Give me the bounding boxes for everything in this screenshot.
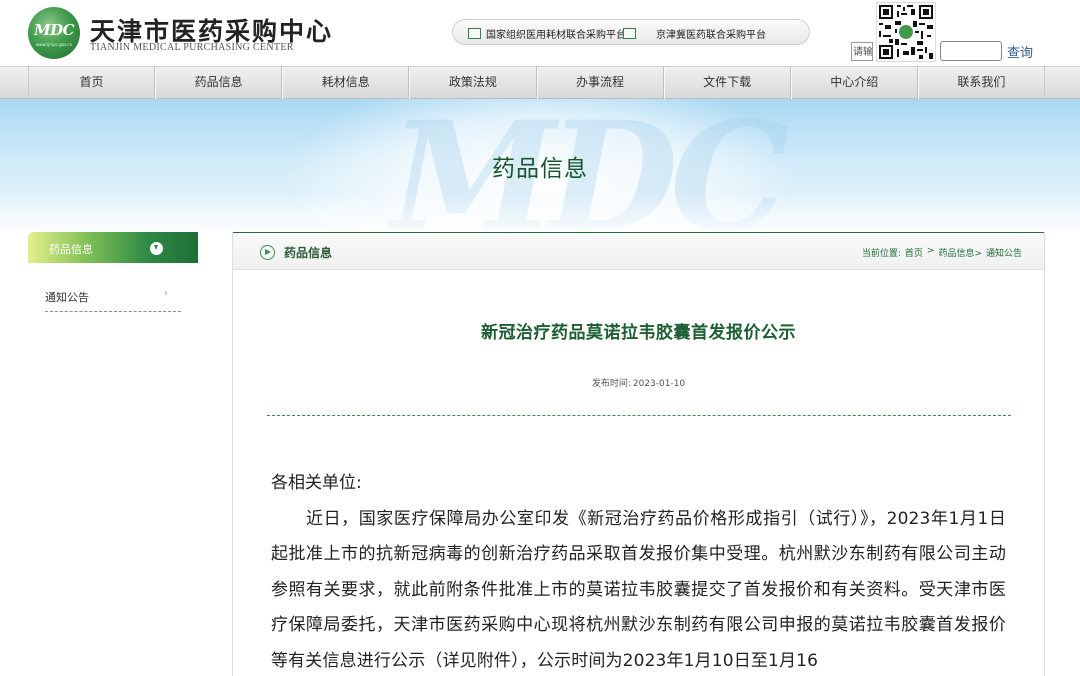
checkbox-icon [468,28,481,39]
nav-item-about[interactable]: 中心介绍 [790,67,918,100]
article-title: 新冠治疗药品莫诺拉韦胶囊首发报价公示 [481,323,796,343]
logo-english-name: TIANJIN MEDICAL PURCHASING CENTER [90,42,294,53]
article-divider [267,415,1011,416]
search-button[interactable]: 查询 [1007,42,1033,61]
nav-item-policies[interactable]: 政策法规 [409,67,537,100]
sidebar-item-notices[interactable]: 通知公告 › [45,285,181,312]
article-date-value: 2023-01-10 [632,379,686,389]
logo-url: www.tjmpc.gov.cn [35,42,73,47]
chevron-right-icon: › [164,288,168,299]
breadcrumb: 当前位置: 首页 > 药品信息> 通知公告 [862,246,1022,259]
article-salutation: 各相关单位: [271,473,362,493]
nav-item-downloads[interactable]: 文件下载 [663,67,791,100]
sidebar-header[interactable]: 药品信息 [28,232,198,263]
search-keyword-field[interactable] [940,41,1002,61]
main-nav: 首页 药品信息 耗材信息 政策法规 办事流程 文件下载 中心介绍 联系我们 [0,66,1080,100]
main-nav-items: 首页 药品信息 耗材信息 政策法规 办事流程 文件下载 中心介绍 联系我们 [28,67,1045,100]
platform-link-consumables[interactable]: 国家组织医用耗材联合采购平台 [468,26,626,41]
platform-links-bar: 国家组织医用耗材联合采购平台 京津冀医药联合采购平台 [452,19,810,45]
banner-fade [0,192,1080,232]
breadcrumb-notices[interactable]: 通知公告 [986,246,1022,259]
site-header: MDC www.tjmpc.gov.cn 天津市医药采购中心 TIANJIN M… [0,0,1080,66]
article-paragraph: 近日，国家医疗保障局办公室印发《新冠治疗药品价格形成指引（试行）》，2023年1… [271,508,1006,671]
platform-link-label: 京津冀医药联合采购平台 [656,30,766,41]
nav-item-drug-info[interactable]: 药品信息 [155,67,283,100]
page-banner: MDC 药品信息 [0,99,1080,232]
breadcrumb-separator: > [926,246,935,256]
platform-link-label: 国家组织医用耗材联合采购平台 [486,30,626,41]
checkbox-icon [623,28,636,39]
logo-mark: MDC [33,21,75,39]
nav-item-home[interactable]: 首页 [28,67,156,100]
content-panel: 药品信息 当前位置: 首页 > 药品信息> 通知公告 新冠治疗药品莫诺拉韦胶囊首… [232,232,1045,676]
section-title: 药品信息 [284,246,333,260]
breadcrumb-home[interactable]: 首页 [905,246,923,259]
breadcrumb-drug-info[interactable]: 药品信息> [938,246,982,259]
search-input-text: 请输 [853,47,873,58]
logo-emblem[interactable]: MDC www.tjmpc.gov.cn [28,7,80,59]
sidebar-item-label: 通知公告 [45,291,89,304]
down-arrow-circle-icon [150,242,163,255]
article-date-label: 发布时间: [591,379,631,389]
nav-item-contact[interactable]: 联系我们 [917,67,1045,100]
article-body: 各相关单位: 近日，国家医疗保障局办公室印发《新冠治疗药品价格形成指引（试行）》… [271,466,1006,676]
platform-link-jingjinji[interactable]: 京津冀医药联合采购平台 [623,26,766,41]
banner-title: 药品信息 [492,156,588,182]
search-input[interactable]: 请输 [851,42,873,61]
nav-item-procedures[interactable]: 办事流程 [536,67,664,100]
play-circle-icon [260,245,275,260]
article-date: 发布时间: 2023-01-10 [233,376,1044,389]
breadcrumb-prefix: 当前位置: [861,249,901,259]
sidebar-header-label: 药品信息 [49,243,93,256]
qr-code-icon [876,2,936,62]
nav-item-consumables[interactable]: 耗材信息 [282,67,410,100]
qr-code-graphic [877,3,935,61]
content-panel-header: 药品信息 当前位置: 首页 > 药品信息> 通知公告 [233,232,1044,270]
